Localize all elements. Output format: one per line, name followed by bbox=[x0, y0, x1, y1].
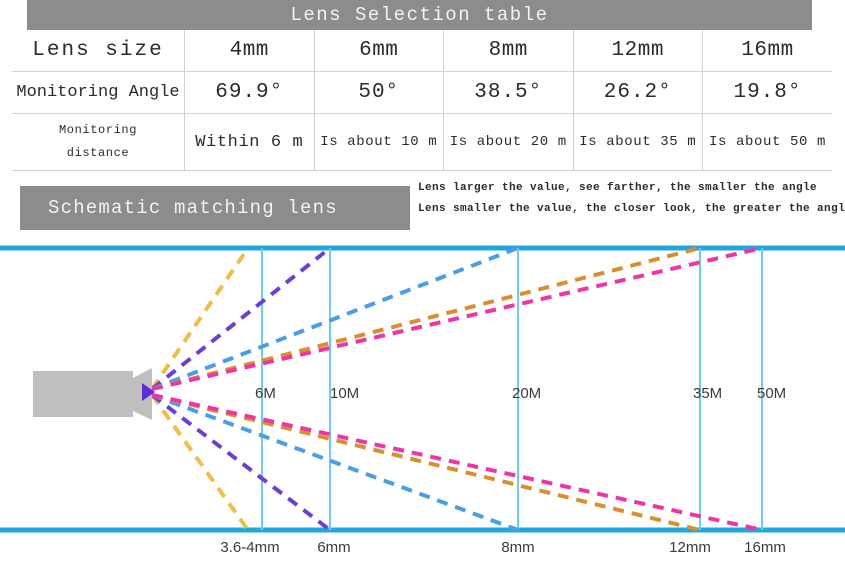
lens-label-16mm: 16mm bbox=[744, 539, 786, 556]
row-header-monitoring-distance: Monitoring distance bbox=[12, 113, 185, 171]
distance-label-20m: 20M bbox=[512, 385, 541, 402]
row-header-distance-line1: Monitoring bbox=[58, 123, 137, 138]
cell-distance-8mm: Is about 20 m bbox=[443, 113, 574, 171]
lens-label-6mm: 6mm bbox=[317, 539, 350, 556]
lens-label-8mm: 8mm bbox=[501, 539, 534, 556]
camera-icon bbox=[33, 368, 155, 420]
ray-8mm-lower bbox=[151, 393, 519, 532]
row-header-lens-size: Lens size bbox=[12, 30, 185, 72]
lens-note-line-2: Lens smaller the value, the closer look,… bbox=[418, 203, 845, 216]
row-header-monitoring-angle: Monitoring Angle bbox=[12, 71, 185, 114]
lens-table-title: Lens Selection table bbox=[27, 0, 812, 30]
cell-distance-12mm: Is about 35 m bbox=[573, 113, 703, 171]
cell-lens-size-12mm: 12mm bbox=[573, 30, 703, 72]
schematic-section-title: Schematic matching lens bbox=[20, 186, 410, 230]
distance-label-6m: 6M bbox=[255, 385, 276, 402]
ray-6mm-lower bbox=[150, 393, 332, 532]
distance-label-35m: 35M bbox=[693, 385, 722, 402]
cell-angle-16mm: 19.8° bbox=[702, 71, 832, 114]
cell-distance-4mm: Within 6 m bbox=[184, 113, 315, 171]
row-header-distance-line2: distance bbox=[66, 146, 130, 160]
ray-6mm-upper bbox=[150, 246, 332, 391]
ray-16mm-lower bbox=[151, 393, 763, 532]
distance-label-10m: 10M bbox=[330, 385, 359, 402]
lens-label-12mm: 12mm bbox=[669, 539, 711, 556]
lens-selection-table: Lens size 4mm 6mm 8mm 12mm 16mm Monitori… bbox=[12, 30, 832, 171]
ray-12mm-upper bbox=[151, 246, 701, 391]
lens-note-line-1: Lens larger the value, see farther, the … bbox=[418, 182, 818, 194]
cell-lens-size-8mm: 8mm bbox=[443, 30, 574, 72]
lens-label-3.6-4mm: 3.6-4mm bbox=[220, 539, 279, 556]
table-row-monitoring-angle: Monitoring Angle 69.9° 50° 38.5° 26.2° 1… bbox=[12, 71, 832, 114]
ray-8mm-upper bbox=[151, 246, 519, 391]
lens-selection-table-block: Lens Selection table Lens size 4mm 6mm 8… bbox=[0, 0, 845, 180]
cell-lens-size-6mm: 6mm bbox=[314, 30, 444, 72]
cell-angle-6mm: 50° bbox=[314, 71, 444, 114]
table-row-lens-size: Lens size 4mm 6mm 8mm 12mm 16mm bbox=[12, 30, 832, 72]
distance-label-50m: 50M bbox=[757, 385, 786, 402]
lens-coverage-diagram: 6M 10M 20M 35M 50M 3.6-4mm 6mm 8mm 12mm … bbox=[0, 235, 845, 564]
cell-lens-size-4mm: 4mm bbox=[184, 30, 315, 72]
cell-lens-size-16mm: 16mm bbox=[702, 30, 832, 72]
cell-angle-4mm: 69.9° bbox=[184, 71, 315, 114]
cell-angle-12mm: 26.2° bbox=[573, 71, 703, 114]
table-row-monitoring-distance: Monitoring distance Within 6 m Is about … bbox=[12, 113, 832, 171]
cell-distance-6mm: Is about 10 m bbox=[314, 113, 444, 171]
cell-distance-16mm: Is about 50 m bbox=[702, 113, 832, 171]
lens-notes: Lens larger the value, see farther, the … bbox=[418, 178, 845, 234]
cell-angle-8mm: 38.5° bbox=[443, 71, 574, 114]
